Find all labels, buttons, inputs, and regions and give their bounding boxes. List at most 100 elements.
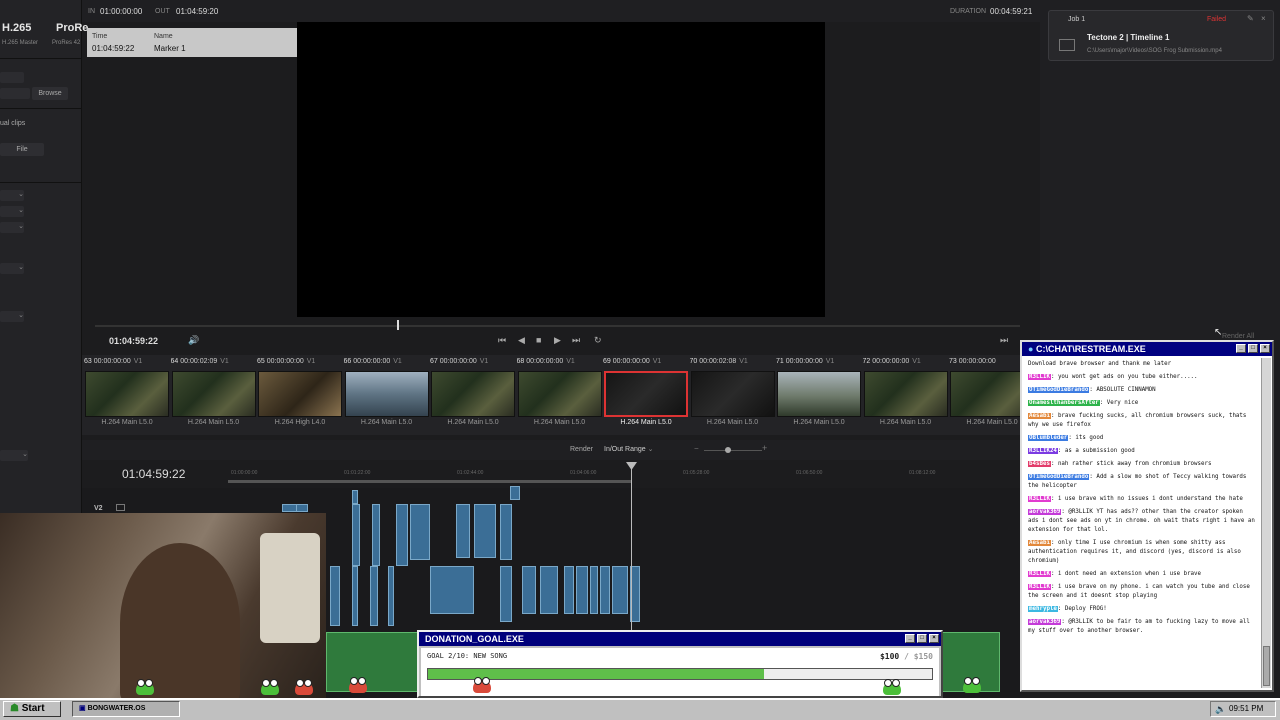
dropdown-1[interactable]: ⌄ <box>0 190 24 201</box>
zoom-in-icon[interactable]: + <box>762 443 767 453</box>
timeline-video-clip[interactable] <box>372 504 380 566</box>
timeline-video-clip[interactable] <box>500 566 512 622</box>
timeline-video-clip[interactable] <box>430 566 474 614</box>
chat-titlebar[interactable]: ● C:\CHAT\RESTREAM.EXE _ □ × <box>1022 342 1272 356</box>
individual-clips-label[interactable]: ual clips <box>0 120 25 127</box>
volume-icon[interactable]: 🔊 <box>188 335 199 346</box>
codec-h265-label[interactable]: H.265 <box>2 22 31 34</box>
clip-thumbnail[interactable]: 64 00:00:02:09 V1 H.264 Main L5.0 <box>171 355 257 433</box>
name-field[interactable] <box>0 72 24 83</box>
chat-username[interactable]: mehryple <box>1028 606 1058 612</box>
location-field[interactable] <box>0 88 30 99</box>
timeline-video-clip[interactable] <box>388 566 394 626</box>
clip-thumbnail[interactable]: 68 00:00:00:00 V1 H.264 Main L5.0 <box>517 355 603 433</box>
chat-username[interactable]: OTimeGodDieBrando <box>1028 474 1090 480</box>
timeline-video-clip[interactable] <box>576 566 588 614</box>
taskbar-item[interactable]: ▣ BONGWATER.OS <box>72 701 180 717</box>
stop-icon[interactable]: ■ <box>536 335 541 345</box>
in-timecode[interactable]: 01:00:00:00 <box>100 7 142 16</box>
chat-username[interactable]: R3LLIK24 <box>1028 448 1058 454</box>
timeline-video-clip[interactable] <box>352 490 358 504</box>
play-icon[interactable]: ▶ <box>554 335 561 346</box>
chat-scrollbar[interactable] <box>1261 358 1271 688</box>
zoom-slider[interactable] <box>704 450 762 451</box>
chat-username[interactable]: OnameslthanbersAfter <box>1028 400 1100 406</box>
clip-thumbnail[interactable]: 70 00:00:02:08 V1 H.264 Main L5.0 <box>690 355 776 433</box>
clip-thumbnail[interactable]: 66 00:00:00:00 V1 H.264 Main L5.0 <box>344 355 430 433</box>
timeline-video-clip[interactable] <box>564 566 574 614</box>
maximize-icon[interactable]: □ <box>1248 344 1258 353</box>
dropdown-3[interactable]: ⌄ <box>0 222 24 233</box>
timeline-video-clip[interactable] <box>500 504 512 560</box>
clip-thumbnail[interactable]: 71 00:00:00:00 V1 H.264 Main L5.0 <box>776 355 862 433</box>
chat-username[interactable]: R3LLIK <box>1028 374 1051 380</box>
chat-username[interactable]: OTimeGodDieBrando <box>1028 387 1090 393</box>
timeline-video-clip[interactable] <box>590 566 598 614</box>
viewer-scrubber[interactable] <box>95 325 1020 327</box>
maximize-icon[interactable]: □ <box>917 634 927 643</box>
viewer-playhead[interactable] <box>397 320 399 330</box>
zoom-out-icon[interactable]: − <box>694 444 699 453</box>
timeline-video-clip[interactable] <box>612 566 628 614</box>
close-icon[interactable]: × <box>1260 344 1270 353</box>
timeline-video-clip[interactable] <box>410 504 430 560</box>
timeline-video-clip[interactable] <box>510 486 520 500</box>
dropdown-5[interactable]: ⌄ <box>0 311 24 322</box>
chat-username[interactable]: aorvak369 <box>1028 619 1062 625</box>
timeline-video-clip[interactable] <box>600 566 610 614</box>
next-frame-icon[interactable]: ⏭ <box>1000 335 1008 346</box>
codec-prores-label[interactable]: ProRe <box>56 22 88 34</box>
render-range-bar[interactable] <box>228 480 632 483</box>
timeline-video-clip[interactable] <box>474 504 496 558</box>
start-button[interactable]: ☗ Start <box>3 701 61 717</box>
timeline-video-clip[interactable] <box>370 566 378 626</box>
chat-username[interactable]: Aesabi <box>1028 413 1051 419</box>
chat-scroll-thumb[interactable] <box>1263 646 1270 686</box>
go-to-end-icon[interactable]: ⏭ <box>572 335 580 346</box>
play-reverse-icon[interactable]: ◀ <box>518 335 525 346</box>
edit-icon[interactable]: ✎ <box>1247 14 1254 23</box>
timeline-video-clip[interactable] <box>456 504 470 558</box>
track-lock-icon[interactable] <box>116 504 125 511</box>
render-range-dropdown[interactable]: In/Out Range ⌄ <box>604 445 653 453</box>
timeline-video-clip[interactable] <box>396 504 408 566</box>
timeline-video-clip[interactable] <box>352 504 360 566</box>
chat-username[interactable]: OBlumbleder <box>1028 435 1069 441</box>
clip-thumbnail[interactable]: 63 00:00:00:00 V1 H.264 Main L5.0 <box>84 355 170 433</box>
timeline-playhead[interactable] <box>631 462 632 630</box>
clip-thumbnail[interactable]: 67 00:00:00:00 V1 H.264 Main L5.0 <box>430 355 516 433</box>
chat-username[interactable]: R3LLIK <box>1028 571 1051 577</box>
minimize-icon[interactable]: _ <box>905 634 915 643</box>
chat-username[interactable]: b4sBes <box>1028 461 1051 467</box>
minimize-icon[interactable]: _ <box>1236 344 1246 353</box>
clip-thumbnail[interactable]: 65 00:00:00:00 V1 H.264 High L4.0 <box>257 355 343 433</box>
render-all-button[interactable]: Render All <box>1222 333 1254 340</box>
loop-icon[interactable]: ↻ <box>594 335 602 346</box>
clip-thumbnail[interactable]: 69 00:00:00:00 V1 H.264 Main L5.0 <box>603 355 689 433</box>
dropdown-6[interactable]: ⌄ <box>0 450 28 461</box>
close-icon[interactable]: × <box>929 634 939 643</box>
zoom-handle[interactable] <box>725 447 731 453</box>
timeline-video-clip[interactable] <box>296 504 308 512</box>
go-to-start-icon[interactable]: ⏮ <box>498 335 506 346</box>
video-viewer[interactable] <box>297 22 825 317</box>
close-icon[interactable]: × <box>1261 14 1266 23</box>
timeline-video-clip[interactable] <box>330 566 340 626</box>
chat-username[interactable]: aorvak369 <box>1028 509 1062 515</box>
browse-button[interactable]: Browse <box>32 87 68 100</box>
timeline-video-clip[interactable] <box>352 566 358 626</box>
timeline-video-clip[interactable] <box>522 566 536 614</box>
single-file-button[interactable]: File <box>0 143 44 156</box>
donation-titlebar[interactable]: DONATION_GOAL.EXE _ □ × <box>419 632 941 646</box>
chat-username[interactable]: Aesabi <box>1028 540 1051 546</box>
timeline-audio-clip[interactable] <box>326 632 418 692</box>
clip-thumbnail[interactable]: 72 00:00:00:00 V1 H.264 Main L5.0 <box>863 355 949 433</box>
dropdown-4[interactable]: ⌄ <box>0 263 24 274</box>
chat-username[interactable]: R3LLIK <box>1028 584 1051 590</box>
timeline-video-clip[interactable] <box>540 566 558 614</box>
timeline-ruler[interactable]: 01:04:59:22 <box>82 462 1020 488</box>
dropdown-2[interactable]: ⌄ <box>0 206 24 217</box>
render-job-card[interactable]: Job 1 Failed ✎ × Tectone 2 | Timeline 1 … <box>1048 10 1274 61</box>
speaker-icon[interactable]: 🔈 <box>1215 702 1226 716</box>
out-timecode[interactable]: 01:04:59:20 <box>176 7 218 16</box>
